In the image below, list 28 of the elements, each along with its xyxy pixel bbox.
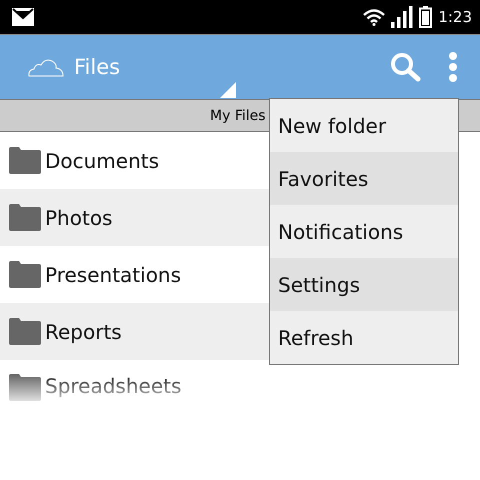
folder-item[interactable]: Presentations	[0, 246, 269, 303]
folder-item[interactable]: Documents	[0, 132, 269, 189]
cloud-icon	[28, 57, 64, 77]
menu-item[interactable]: Settings	[270, 258, 458, 311]
signal-icon	[391, 6, 414, 28]
folder-icon	[9, 374, 41, 401]
breadcrumb[interactable]: My Files	[210, 108, 266, 124]
folder-item[interactable]: Spreadsheets	[0, 360, 269, 408]
folder-icon	[9, 261, 41, 288]
folder-item[interactable]: Photos	[0, 189, 269, 246]
search-icon[interactable]	[390, 52, 422, 82]
menu-item[interactable]: Favorites	[270, 152, 458, 205]
folder-icon	[9, 147, 41, 174]
app-title: Files	[74, 55, 120, 79]
folder-name: Photos	[45, 206, 112, 230]
folder-name: Reports	[45, 320, 122, 344]
mail-icon	[12, 8, 34, 26]
folder-icon	[9, 204, 41, 231]
clock-time: 1:23	[438, 8, 472, 26]
folder-name: Documents	[45, 148, 160, 172]
dropdown-corner-icon[interactable]	[220, 82, 236, 98]
overflow-menu-icon[interactable]	[448, 52, 458, 82]
folder-icon	[9, 318, 41, 345]
folder-name: Presentations	[45, 262, 182, 286]
battery-icon	[419, 6, 432, 28]
folder-name: Spreadsheets	[45, 374, 182, 398]
wifi-icon	[363, 8, 386, 26]
folder-item[interactable]: Reports	[0, 303, 269, 360]
